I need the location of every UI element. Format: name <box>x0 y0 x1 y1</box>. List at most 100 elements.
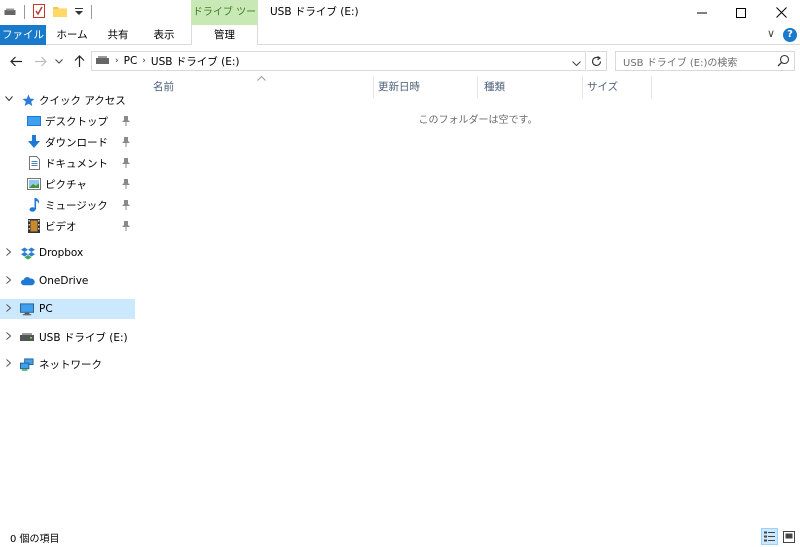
pin-icon[interactable] <box>121 220 131 232</box>
nav-item-videos[interactable]: ビデオ <box>0 216 135 236</box>
maximize-icon <box>736 7 746 18</box>
nav-label-onedrive: OneDrive <box>39 275 89 287</box>
large-icons-view-button[interactable] <box>780 528 797 545</box>
nav-label-music: ミュージック <box>45 199 108 212</box>
item-count: 0 個の項目 <box>10 534 60 545</box>
nav-label-dropbox: Dropbox <box>39 247 84 259</box>
drive-icon <box>96 55 109 67</box>
network-icon <box>20 357 34 371</box>
tab-share[interactable]: 共有 <box>100 25 136 45</box>
minimize-button[interactable] <box>684 0 720 25</box>
drive-icon <box>4 6 16 19</box>
nav-item-music[interactable]: ミュージック <box>0 195 135 215</box>
refresh-icon <box>591 55 602 66</box>
nav-item-dropbox[interactable]: Dropbox <box>0 243 135 263</box>
address-dropdown-icon[interactable] <box>572 58 581 70</box>
chevron-right-icon[interactable] <box>5 303 13 315</box>
dropbox-icon <box>21 246 35 260</box>
nav-label-usb-drive: USB ドライブ (E:) <box>39 331 128 344</box>
column-divider[interactable] <box>651 76 652 98</box>
nav-item-pc[interactable]: PC <box>0 299 135 319</box>
nav-item-desktop[interactable]: デスクトップ <box>0 111 135 131</box>
nav-item-pictures[interactable]: ピクチャ <box>0 174 135 194</box>
expand-ribbon-icon[interactable]: ∨ <box>764 27 778 43</box>
tab-manage[interactable]: 管理 <box>191 25 258 45</box>
column-header-date-modified[interactable]: 更新日時 <box>374 76 476 98</box>
help-icon[interactable]: ? <box>783 28 797 42</box>
nav-item-documents[interactable]: ドキュメント <box>0 153 135 173</box>
forward-button[interactable] <box>32 53 48 69</box>
column-header-size[interactable]: サイズ <box>583 76 651 98</box>
quick-access-toolbar <box>4 3 92 21</box>
pc-icon <box>20 302 34 316</box>
pin-icon[interactable] <box>121 157 131 169</box>
nav-label-pc: PC <box>39 303 53 315</box>
empty-folder-message-row: このフォルダーは空です。 <box>136 111 800 126</box>
title-bar: ドライブ ツール USB ドライブ (E:) <box>0 0 800 43</box>
new-folder-icon[interactable] <box>53 5 67 20</box>
details-view-button[interactable] <box>761 528 778 545</box>
picture-icon <box>27 177 41 191</box>
breadcrumb-pc[interactable]: PC <box>124 55 138 67</box>
onedrive-icon <box>21 274 35 288</box>
pin-icon[interactable] <box>121 115 131 127</box>
chevron-down-icon <box>55 58 63 64</box>
pin-icon[interactable] <box>121 178 131 190</box>
close-icon <box>775 7 787 18</box>
chevron-right-icon[interactable] <box>5 358 13 370</box>
empty-folder-message: このフォルダーは空です。 <box>418 115 538 126</box>
nav-item-usb-drive[interactable]: USB ドライブ (E:) <box>0 327 135 347</box>
window-title: USB ドライブ (E:) <box>270 6 359 18</box>
chevron-right-icon[interactable] <box>5 331 13 343</box>
breadcrumb-separator-icon[interactable]: › <box>142 56 146 66</box>
nav-label-desktop: デスクトップ <box>45 115 108 128</box>
status-bar: 0 個の項目 <box>0 527 800 547</box>
column-divider[interactable] <box>477 76 478 98</box>
search-icon[interactable] <box>777 54 790 70</box>
file-list-pane[interactable]: 名前 更新日時 種類 サイズ このフォルダーは空です。 <box>136 75 800 522</box>
nav-label-downloads: ダウンロード <box>45 136 108 149</box>
column-header-name[interactable]: 名前 <box>149 76 373 98</box>
desktop-icon <box>27 114 41 128</box>
customize-toolbar-icon[interactable] <box>75 6 83 19</box>
up-button[interactable] <box>71 53 87 69</box>
breadcrumb-separator-icon[interactable]: › <box>115 56 119 66</box>
back-button[interactable] <box>8 53 24 69</box>
download-icon <box>27 135 41 149</box>
usb-drive-icon <box>20 330 34 344</box>
large-icons-view-icon <box>782 530 795 543</box>
close-button[interactable] <box>763 0 799 25</box>
search-placeholder: USB ドライブ (E:)の検索 <box>623 57 738 69</box>
music-icon <box>27 198 41 212</box>
refresh-button[interactable] <box>587 51 607 71</box>
pin-icon[interactable] <box>121 199 131 211</box>
nav-label-videos: ビデオ <box>45 220 77 233</box>
nav-item-downloads[interactable]: ダウンロード <box>0 132 135 152</box>
nav-item-quick-access[interactable]: クイック アクセス <box>0 90 135 110</box>
tab-file[interactable]: ファイル <box>0 25 46 45</box>
chevron-right-icon[interactable] <box>5 275 13 287</box>
maximize-button[interactable] <box>723 0 759 25</box>
column-header-type[interactable]: 種類 <box>480 76 580 98</box>
tab-home[interactable]: ホーム <box>52 25 92 45</box>
chevron-down-icon[interactable] <box>5 95 13 105</box>
document-icon <box>27 156 41 170</box>
properties-icon[interactable] <box>33 3 45 21</box>
address-bar[interactable]: › PC › USB ドライブ (E:) <box>91 51 586 71</box>
arrow-up-icon <box>74 54 84 67</box>
star-icon <box>21 93 35 107</box>
ribbon-tab-bar: ファイル ホーム 共有 表示 管理 ∨ ? <box>0 25 800 45</box>
pin-icon[interactable] <box>121 136 131 148</box>
nav-item-network[interactable]: ネットワーク <box>0 354 135 374</box>
chevron-right-icon[interactable] <box>5 247 13 259</box>
breadcrumb-usb-drive[interactable]: USB ドライブ (E:) <box>151 54 240 69</box>
arrow-left-icon <box>9 56 22 66</box>
drive-tools-context-tab[interactable]: ドライブ ツール <box>191 0 258 43</box>
nav-label-pictures: ピクチャ <box>45 178 87 191</box>
recent-locations-button[interactable] <box>54 53 64 69</box>
nav-item-onedrive[interactable]: OneDrive <box>0 271 135 291</box>
tab-view[interactable]: 表示 <box>146 25 182 45</box>
search-input[interactable]: USB ドライブ (E:)の検索 <box>615 51 795 71</box>
arrow-right-icon <box>34 56 47 66</box>
video-icon <box>27 219 41 233</box>
